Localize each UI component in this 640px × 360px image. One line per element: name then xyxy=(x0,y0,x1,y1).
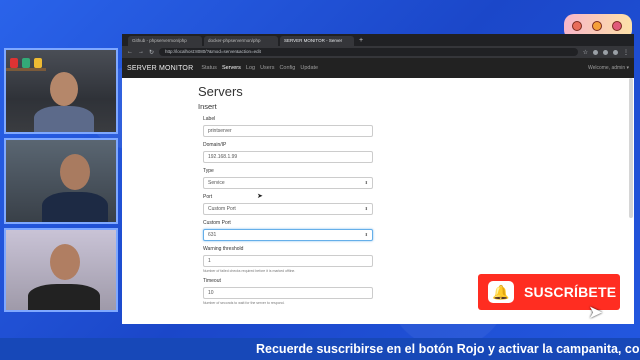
section-title: Insert xyxy=(198,102,217,111)
type-select-value: Service xyxy=(208,180,225,186)
logo-character xyxy=(612,21,622,31)
timeout-help-text: Number of seconds to wait for the server… xyxy=(203,301,285,305)
person-head xyxy=(60,154,90,190)
app-navbar: SERVER MONITOR Status Servers Log Users … xyxy=(122,58,634,78)
server-form: Label printserver Domain/IP 192.168.1.99… xyxy=(203,116,373,305)
nav-status[interactable]: Status xyxy=(201,65,217,71)
logo-character xyxy=(572,21,582,31)
warning-threshold-input[interactable]: 1 xyxy=(203,255,373,267)
page-scrollbar[interactable] xyxy=(629,78,633,218)
pointer-cursor-icon: ➤ xyxy=(588,302,604,322)
warning-field-label: Warning threshold xyxy=(203,246,244,252)
logo-character xyxy=(592,21,602,31)
ticker-text: Recuerde suscribirse en el botón Rojo y … xyxy=(256,342,640,356)
tab-github[interactable]: Github - phpservermon/php xyxy=(128,36,202,46)
port-field-label: Port xyxy=(203,194,213,200)
bookmark-star-icon[interactable]: ☆ xyxy=(583,49,588,56)
extension-icon[interactable] xyxy=(593,49,598,55)
browser-menu-icon[interactable]: ⋮ xyxy=(623,49,629,56)
tab-server-monitor[interactable]: SERVER MONITOR - Server xyxy=(280,36,354,46)
subscribe-label: SUSCRÍBETE xyxy=(524,284,617,300)
timeout-input[interactable]: 10 xyxy=(203,287,373,299)
profile-avatar-icon[interactable] xyxy=(613,49,618,55)
select-caret-icon: ⬍ xyxy=(364,180,368,185)
bell-icon: 🔔 xyxy=(488,281,514,303)
domain-field-label: Domain/IP xyxy=(203,142,227,148)
webcam-host-2 xyxy=(4,138,118,224)
timeout-input-value: 10 xyxy=(208,290,214,296)
person-body xyxy=(34,106,94,132)
select-caret-icon: ⬍ xyxy=(364,206,368,211)
nav-update[interactable]: Update xyxy=(300,65,318,71)
page-content: Servers Insert Label printserver Domain/… xyxy=(122,84,634,305)
page-title: Servers xyxy=(198,84,243,99)
webcam-host-3 xyxy=(4,228,118,312)
nav-config[interactable]: Config xyxy=(279,65,295,71)
custom-port-input-value: 631 xyxy=(208,232,217,238)
type-select[interactable]: Service ⬍ xyxy=(203,177,373,189)
custom-port-input[interactable]: 631 ⬍ xyxy=(203,229,373,241)
url-input[interactable]: http://localhost:8080/?&mod=server&actio… xyxy=(159,48,578,56)
back-icon[interactable]: ← xyxy=(127,49,133,55)
nav-servers[interactable]: Servers xyxy=(222,65,241,71)
number-spinner-icon[interactable]: ⬍ xyxy=(365,230,368,240)
type-field-label: Type xyxy=(203,168,214,174)
toy-figure xyxy=(10,58,18,68)
person-body xyxy=(42,192,108,222)
app-brand[interactable]: SERVER MONITOR xyxy=(127,65,193,72)
label-field-label: Label xyxy=(203,116,216,122)
person-head xyxy=(50,244,80,280)
domain-input-value: 192.168.1.99 xyxy=(208,154,238,160)
label-input-value: printserver xyxy=(208,128,232,134)
mouse-cursor-icon: ➤ xyxy=(257,193,263,200)
port-select-value: Custom Port xyxy=(208,206,236,212)
person-body xyxy=(28,284,100,310)
nav-log[interactable]: Log xyxy=(246,65,255,71)
new-tab-button[interactable]: + xyxy=(356,36,366,46)
port-select[interactable]: Custom Port ⬍ xyxy=(203,203,373,215)
shelf xyxy=(6,68,46,71)
reload-icon[interactable]: ↻ xyxy=(149,49,154,56)
label-input[interactable]: printserver xyxy=(203,125,373,137)
warning-threshold-value: 1 xyxy=(208,258,211,264)
extension-icon[interactable] xyxy=(603,49,608,55)
ticker-bar: Recuerde suscribirse en el botón Rojo y … xyxy=(0,338,640,360)
forward-icon[interactable]: → xyxy=(138,49,144,55)
custom-port-field-label: Custom Port xyxy=(203,220,231,226)
address-bar: ← → ↻ http://localhost:8080/?&mod=server… xyxy=(122,46,634,58)
tab-bar: Github - phpservermon/php docker-phpserv… xyxy=(122,34,634,46)
toy-figure xyxy=(34,58,42,68)
webcam-host-1 xyxy=(4,48,118,134)
user-menu[interactable]: Welcome, admin ▾ xyxy=(588,65,629,71)
tab-docker[interactable]: docker-phpservermon/php xyxy=(204,36,278,46)
person-head xyxy=(50,72,78,106)
domain-input[interactable]: 192.168.1.99 xyxy=(203,151,373,163)
timeout-field-label: Timeout xyxy=(203,278,221,284)
warning-help-text: Number of failed checks required before … xyxy=(203,269,296,273)
nav-users[interactable]: Users xyxy=(260,65,274,71)
toy-figure xyxy=(22,58,30,68)
